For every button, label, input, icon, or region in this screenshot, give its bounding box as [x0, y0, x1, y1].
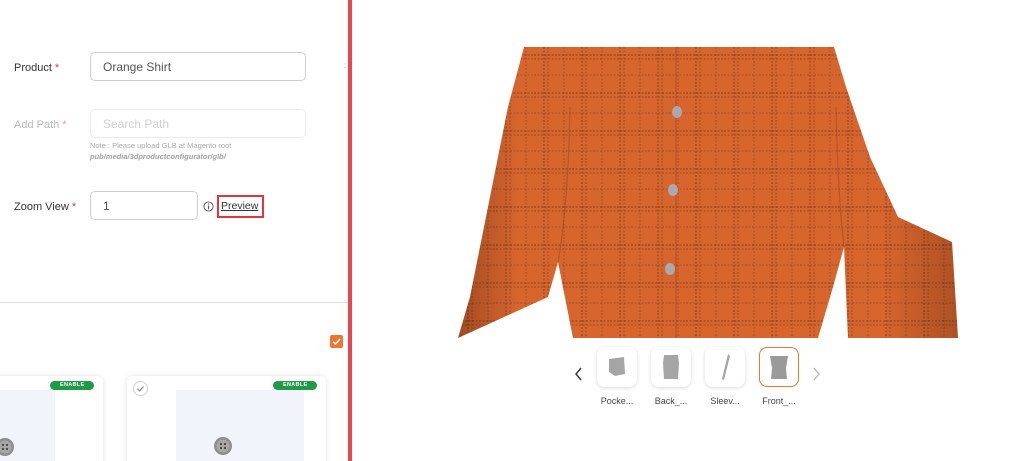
card-image-area [0, 390, 55, 461]
thumbnail-front[interactable] [759, 347, 799, 387]
shirt-3d-preview[interactable] [458, 47, 958, 338]
panel-edge-marker: : [344, 61, 347, 70]
thumbnail-label: Sleev... [710, 396, 740, 406]
pocket-icon [609, 357, 625, 376]
required-marker: * [62, 119, 67, 131]
front-icon [770, 356, 788, 379]
product-label-text: Product [14, 62, 52, 74]
zoom-view-label-text: Zoom View [14, 201, 69, 213]
add-path-search-input[interactable] [90, 109, 306, 138]
thumbnail-label: Back_... [654, 396, 688, 406]
sleeve-icon [722, 354, 730, 380]
enable-badge: ENABLE [50, 381, 95, 390]
select-all-checkbox[interactable] [330, 335, 343, 348]
zoom-view-input[interactable] [90, 191, 198, 220]
card-select-checkbox[interactable] [133, 381, 148, 396]
chevron-left-icon[interactable] [573, 367, 585, 381]
thumbnail-back[interactable] [651, 347, 691, 387]
chevron-right-icon[interactable] [810, 367, 822, 381]
card-image-area [176, 390, 304, 461]
component-card[interactable]: ENABLE [127, 376, 326, 461]
section-divider [0, 302, 348, 303]
upload-note-path: pub/media/3dproductconfigurator/glb/ [90, 152, 226, 161]
thumbnail-pocket[interactable] [597, 347, 637, 387]
info-icon[interactable] [203, 201, 214, 212]
product-input[interactable] [90, 52, 306, 81]
checkmark-icon [332, 338, 341, 346]
required-marker: * [54, 62, 60, 74]
add-path-label: Add Path * [14, 119, 67, 131]
enable-badge: ENABLE [273, 381, 318, 390]
thumbnail-sleeve[interactable] [705, 347, 745, 387]
zoom-view-label: Zoom View * [14, 201, 76, 213]
required-marker: * [71, 201, 77, 213]
component-card[interactable]: ENABLE [0, 376, 103, 461]
left-config-panel: Product* Add Path* Note : Please upload … [0, 0, 348, 461]
thumbnail-label: Front_... [762, 396, 796, 406]
upload-note-line: Note : Please upload GLB at Magento root [90, 141, 232, 150]
button-icon [0, 438, 14, 456]
back-icon [663, 355, 679, 379]
button-icon [214, 437, 232, 455]
checkmark-icon [137, 386, 144, 392]
product-label: Product * [14, 62, 59, 74]
add-path-label-text: Add Path [14, 119, 60, 131]
preview-link[interactable]: Preview [221, 200, 258, 212]
thumbnail-label: Pocke... [600, 396, 634, 406]
upload-note: Note : Please upload GLB at Magento root… [90, 140, 231, 162]
